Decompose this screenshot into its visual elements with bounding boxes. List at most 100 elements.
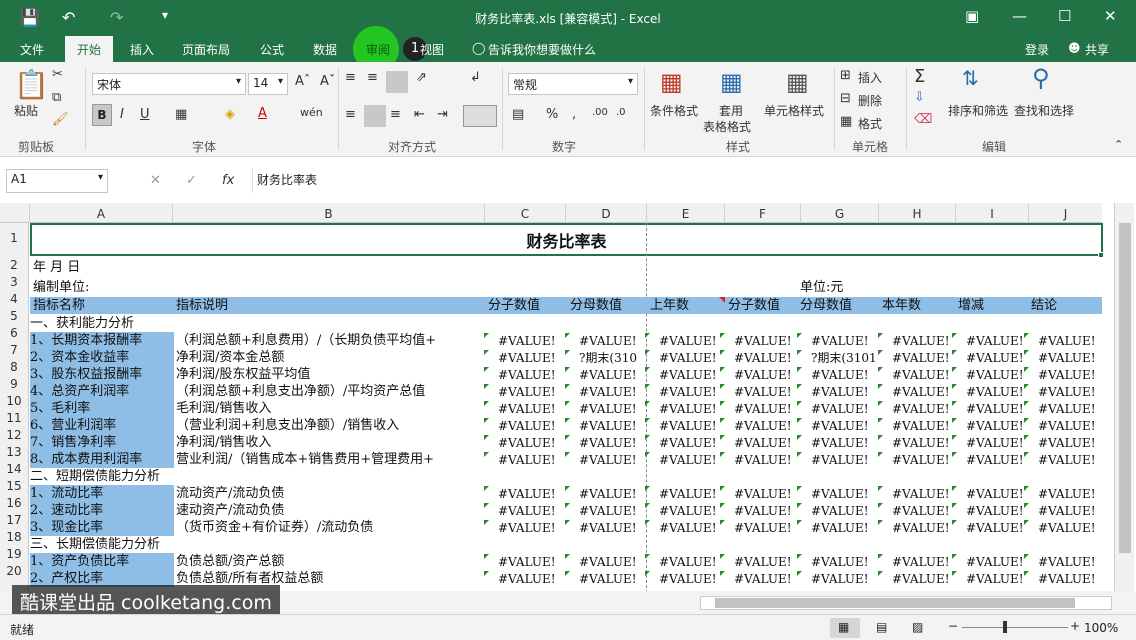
copy-icon[interactable]: ⧉ xyxy=(52,90,61,105)
wrap-text-icon[interactable]: ↲ xyxy=(470,70,481,85)
row-header[interactable]: 13 xyxy=(0,445,29,462)
column-header[interactable]: C xyxy=(484,203,565,223)
error-indicator[interactable] xyxy=(797,503,802,508)
value-cell[interactable]: #VALUE! xyxy=(1038,401,1112,418)
error-indicator[interactable] xyxy=(484,333,489,338)
indicator-description[interactable]: （利润总额+利息支出净额）/平均资产总值 xyxy=(176,383,484,400)
error-indicator[interactable] xyxy=(1024,333,1029,338)
row-header[interactable]: 9 xyxy=(0,377,29,394)
column-header[interactable]: A xyxy=(29,203,172,223)
error-indicator[interactable] xyxy=(952,571,957,576)
error-indicator[interactable] xyxy=(720,554,725,559)
indicator-description[interactable]: 毛利润/销售收入 xyxy=(176,400,484,417)
merge-center-button[interactable] xyxy=(463,105,497,127)
value-cell[interactable]: #VALUE! xyxy=(811,554,885,571)
value-cell[interactable]: #VALUE! xyxy=(579,367,653,384)
format-cells-icon[interactable]: ▦ xyxy=(840,114,852,129)
row-header[interactable]: 20 xyxy=(0,564,29,581)
error-indicator[interactable] xyxy=(720,367,725,372)
value-cell[interactable]: #VALUE! xyxy=(579,520,653,537)
insert-cells-icon[interactable]: ⊞ xyxy=(840,68,851,83)
value-cell[interactable]: #VALUE! xyxy=(498,520,572,537)
indicator-name[interactable]: 1、流动比率 xyxy=(30,485,174,502)
error-indicator[interactable] xyxy=(1024,401,1029,406)
value-cell[interactable]: #VALUE! xyxy=(579,435,653,452)
error-indicator[interactable] xyxy=(484,418,489,423)
error-indicator[interactable] xyxy=(878,452,883,457)
value-cell[interactable]: #VALUE! xyxy=(811,418,885,435)
indicator-name[interactable]: 一、获利能力分析 xyxy=(30,315,174,332)
row-header[interactable]: 11 xyxy=(0,411,29,428)
orientation-icon[interactable]: ⇗ xyxy=(416,70,427,85)
value-cell[interactable]: #VALUE! xyxy=(498,435,572,452)
row-header[interactable]: 10 xyxy=(0,394,29,411)
value-cell[interactable]: #VALUE! xyxy=(498,350,572,367)
error-indicator[interactable] xyxy=(878,435,883,440)
header-cell[interactable]: 本年数 xyxy=(882,297,962,314)
error-indicator[interactable] xyxy=(645,350,650,355)
value-cell[interactable]: #VALUE! xyxy=(498,571,572,588)
formula-input[interactable]: 财务比率表 xyxy=(252,169,1128,193)
increase-font-icon[interactable]: Aˆ xyxy=(295,74,310,89)
error-indicator[interactable] xyxy=(720,384,725,389)
value-cell[interactable]: #VALUE! xyxy=(498,418,572,435)
fill-handle[interactable] xyxy=(1098,252,1104,258)
sort-filter-button[interactable]: 排序和筛选 xyxy=(948,102,1008,119)
minimize-icon[interactable]: — xyxy=(1012,7,1027,25)
row-header[interactable]: 1 xyxy=(0,231,29,258)
error-indicator[interactable] xyxy=(565,350,570,355)
error-indicator[interactable] xyxy=(484,384,489,389)
error-indicator[interactable] xyxy=(952,418,957,423)
value-cell[interactable]: #VALUE! xyxy=(498,452,572,469)
font-color-icon[interactable]: A xyxy=(258,106,267,121)
value-cell[interactable]: #VALUE! xyxy=(498,486,572,503)
share-icon[interactable]: ☻ xyxy=(1068,41,1081,55)
error-indicator[interactable] xyxy=(952,554,957,559)
error-indicator[interactable] xyxy=(720,333,725,338)
clear-icon[interactable]: ⌫ xyxy=(914,112,932,127)
horizontal-scrollbar[interactable] xyxy=(700,596,1112,610)
ribbon-display-icon[interactable]: ▣ xyxy=(965,7,979,25)
comma-icon[interactable]: , xyxy=(572,107,576,122)
error-indicator[interactable] xyxy=(878,367,883,372)
error-indicator[interactable] xyxy=(484,435,489,440)
error-indicator[interactable] xyxy=(720,418,725,423)
error-indicator[interactable] xyxy=(645,435,650,440)
select-all-corner[interactable] xyxy=(0,203,29,223)
tell-me-box[interactable]: 告诉我你想要做什么 xyxy=(488,41,596,58)
insert-function-icon[interactable]: fx xyxy=(222,173,234,188)
error-indicator[interactable] xyxy=(720,503,725,508)
error-indicator[interactable] xyxy=(1024,503,1029,508)
error-indicator[interactable] xyxy=(878,503,883,508)
row-header[interactable]: 18 xyxy=(0,530,29,547)
format-as-table-label-2[interactable]: 表格格式 xyxy=(703,118,751,135)
header-cell[interactable]: 分子数值 xyxy=(728,297,808,314)
value-cell[interactable]: #VALUE! xyxy=(811,571,885,588)
error-indicator[interactable] xyxy=(952,503,957,508)
indicator-description[interactable]: 净利润/资本金总额 xyxy=(176,349,484,366)
column-header[interactable]: H xyxy=(878,203,955,223)
header-cell[interactable]: 指标名称 xyxy=(33,297,113,314)
format-cells-button[interactable]: 格式 xyxy=(858,115,882,132)
error-indicator[interactable] xyxy=(565,486,570,491)
row-header[interactable]: 2 xyxy=(0,258,29,275)
value-cell[interactable]: #VALUE! xyxy=(579,554,653,571)
error-indicator[interactable] xyxy=(797,452,802,457)
value-cell[interactable]: ?期末(3101 xyxy=(811,350,885,367)
value-cell[interactable]: #VALUE! xyxy=(498,401,572,418)
value-cell[interactable]: #VALUE! xyxy=(1038,384,1112,401)
indicator-description[interactable]: （货币资金+有价证券）/流动负债 xyxy=(176,519,484,536)
value-cell[interactable]: #VALUE! xyxy=(811,333,885,350)
cancel-icon[interactable]: ✕ xyxy=(150,173,161,188)
error-indicator[interactable] xyxy=(797,367,802,372)
align-middle-icon[interactable]: ≡ xyxy=(367,70,378,85)
row-header[interactable]: 17 xyxy=(0,513,29,530)
error-indicator[interactable] xyxy=(565,452,570,457)
error-indicator[interactable] xyxy=(797,520,802,525)
error-indicator[interactable] xyxy=(484,486,489,491)
error-indicator[interactable] xyxy=(878,418,883,423)
error-indicator[interactable] xyxy=(878,333,883,338)
error-indicator[interactable] xyxy=(878,401,883,406)
indicator-description[interactable]: （营业利润+利息支出净额）/销售收入 xyxy=(176,417,484,434)
value-cell[interactable]: #VALUE! xyxy=(811,486,885,503)
